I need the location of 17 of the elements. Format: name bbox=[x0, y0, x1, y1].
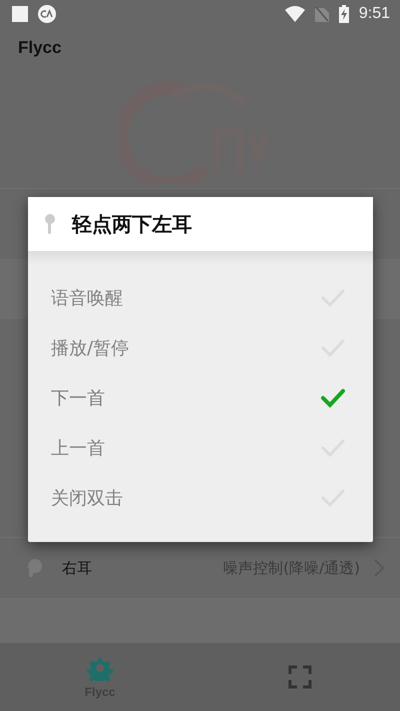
no-sim-icon bbox=[314, 6, 329, 22]
row-label: 右耳 bbox=[62, 558, 92, 578]
battery-charging-icon bbox=[338, 5, 349, 23]
dialog-option[interactable]: 语音唤醒 bbox=[28, 273, 373, 323]
clock-time: 9:51 bbox=[358, 5, 390, 23]
dialog-title: 轻点两下左耳 bbox=[72, 210, 192, 238]
dialog-option[interactable]: 关闭双击 bbox=[28, 473, 373, 523]
expand-icon bbox=[288, 665, 312, 689]
dialog-option[interactable]: 播放/暂停 bbox=[28, 323, 373, 373]
app-title: Flycc bbox=[18, 38, 62, 58]
dialog-option[interactable]: 下一首 bbox=[28, 373, 373, 423]
dialog-option[interactable]: 上一首 bbox=[28, 423, 373, 473]
app-notification-icon bbox=[38, 5, 56, 23]
settings-icon bbox=[87, 655, 113, 681]
notification-icon bbox=[12, 6, 28, 22]
earbud-icon bbox=[45, 214, 55, 234]
wifi-icon bbox=[284, 6, 305, 22]
